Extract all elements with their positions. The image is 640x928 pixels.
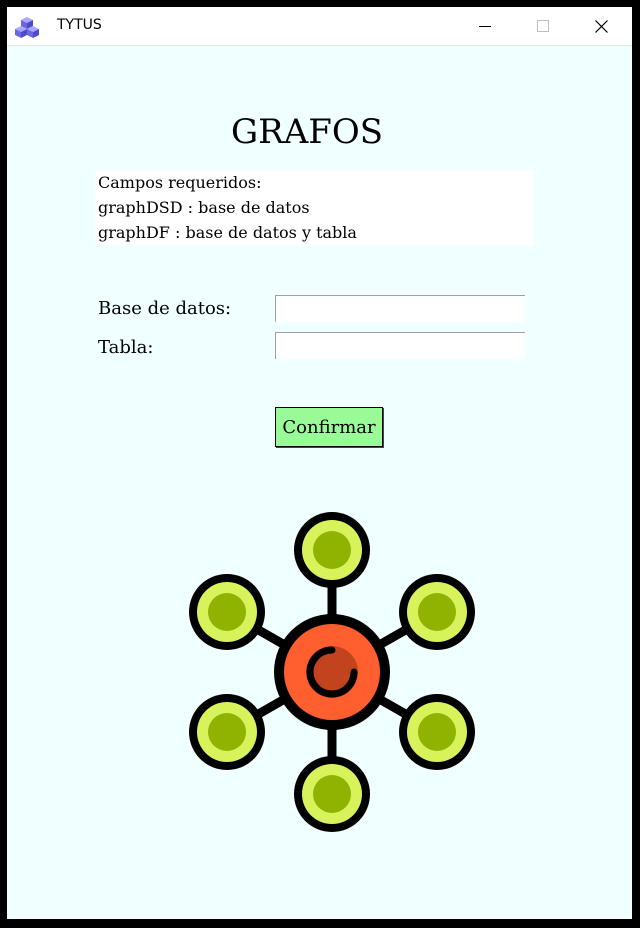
graph-center-node <box>274 614 390 730</box>
info-line: graphDF : base de datos y tabla <box>98 223 357 242</box>
required-fields-info: Campos requeridos: graphDSD : base de da… <box>95 170 533 246</box>
graph-node <box>399 574 475 650</box>
cubes-icon <box>15 17 39 38</box>
table-label: Tabla: <box>98 337 154 358</box>
minimize-icon <box>479 26 491 27</box>
maximize-icon <box>537 20 549 32</box>
minimize-button[interactable] <box>456 7 514 45</box>
info-line: Campos requeridos: <box>98 173 262 192</box>
page-title: GRAFOS <box>230 112 384 152</box>
graph-node <box>399 694 475 770</box>
title-bar[interactable]: TYTUS <box>7 7 632 46</box>
info-line: graphDSD : base de datos <box>98 198 310 217</box>
graph-node <box>294 512 370 588</box>
maximize-button[interactable] <box>514 7 572 45</box>
database-input[interactable] <box>275 295 525 322</box>
table-input[interactable] <box>275 332 525 359</box>
network-graph-icon <box>189 512 475 832</box>
database-label: Base de datos: <box>98 298 232 319</box>
close-button[interactable] <box>572 7 630 45</box>
app-window: TYTUS GRAFOS Campos requeridos: graphDSD… <box>7 7 632 919</box>
confirm-button[interactable]: Confirmar <box>275 407 383 447</box>
graph-node <box>294 756 370 832</box>
graph-node <box>189 574 265 650</box>
window-title: TYTUS <box>57 17 102 33</box>
graph-node <box>189 694 265 770</box>
close-icon <box>594 19 608 33</box>
